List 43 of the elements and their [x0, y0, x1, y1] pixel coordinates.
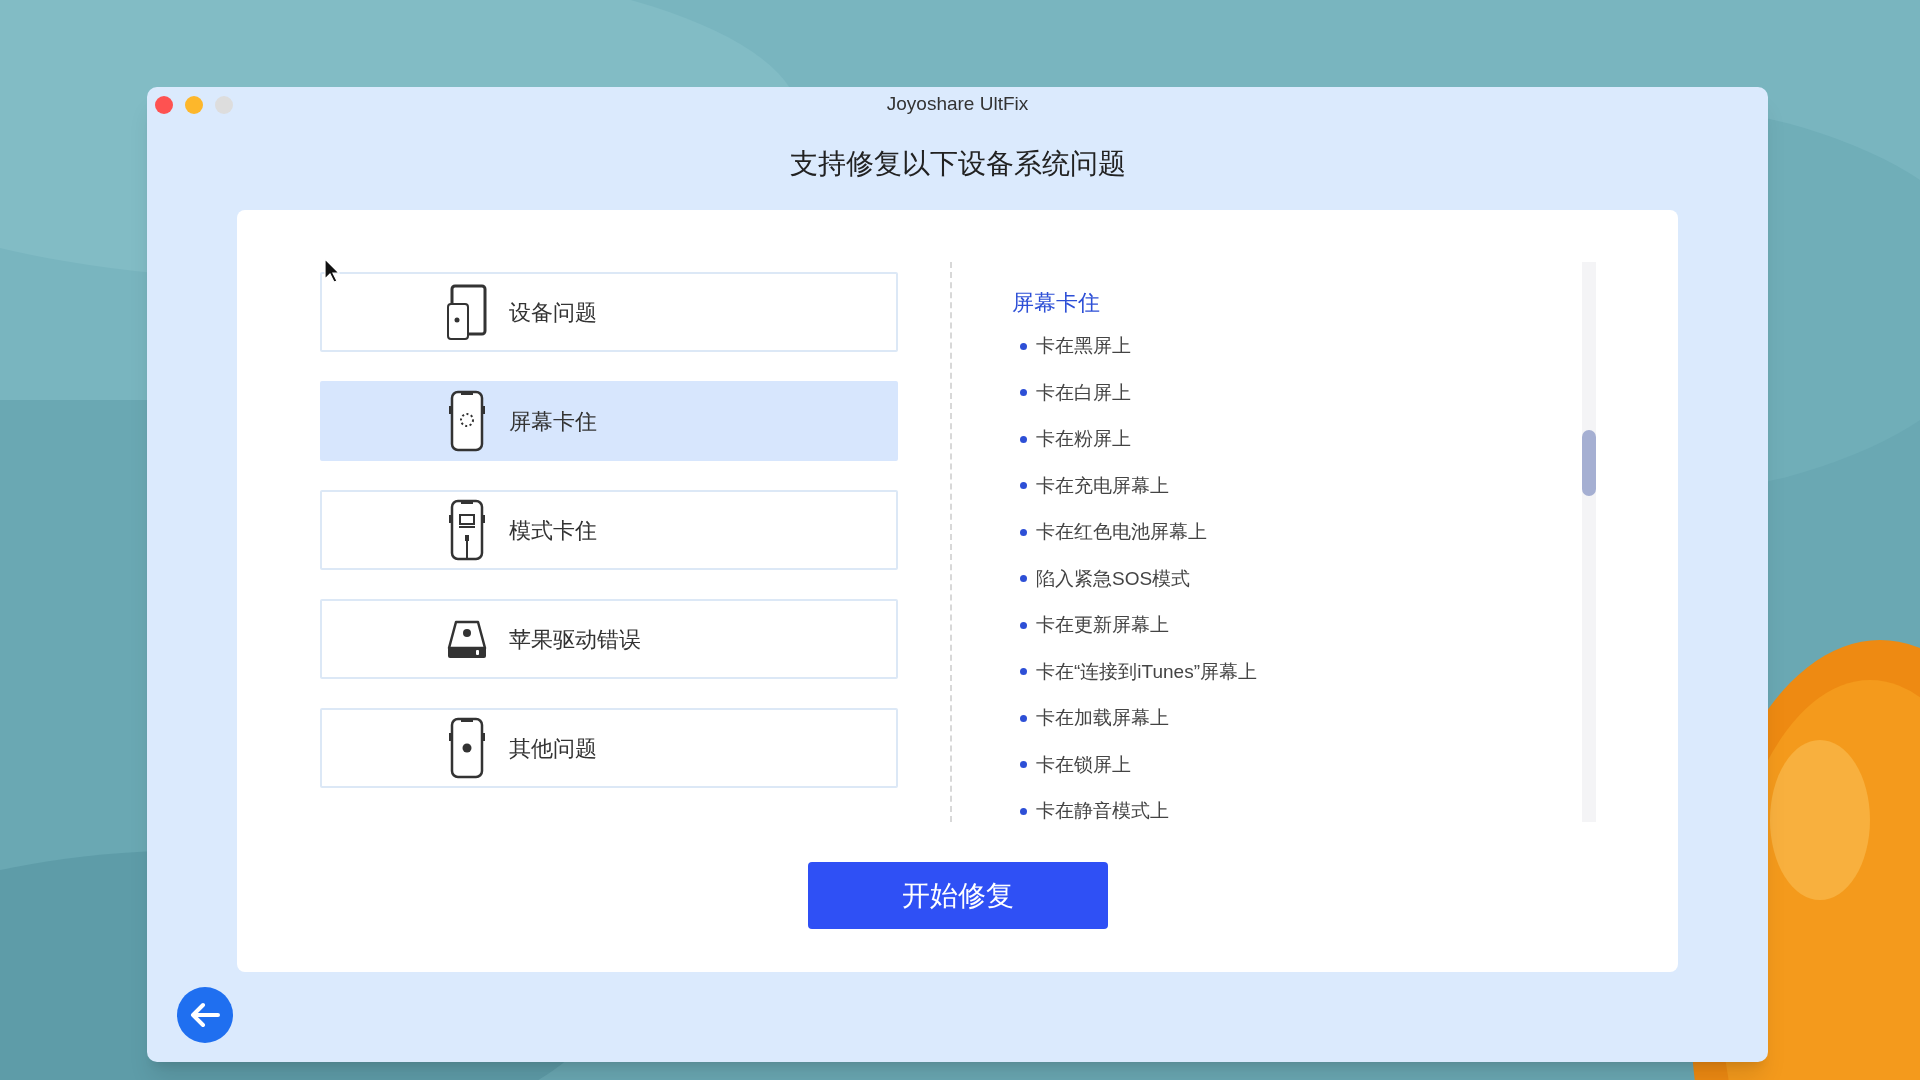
start-repair-button[interactable]: 开始修复: [807, 862, 1108, 929]
bullet-icon: [1020, 761, 1027, 769]
phone-loading-icon: [447, 390, 487, 452]
category-item[interactable]: 屏幕卡住: [320, 381, 898, 461]
bullet-icon: [1020, 482, 1027, 490]
bullet-icon: [1020, 668, 1027, 676]
arrow-left-icon: [190, 1002, 220, 1028]
category-item[interactable]: 模式卡住: [320, 490, 898, 570]
close-button[interactable]: [155, 96, 173, 114]
issue-item: 卡在“连接到iTunes”屏幕上: [1036, 659, 1257, 684]
zoom-button[interactable]: [215, 96, 233, 114]
minimize-button[interactable]: [185, 96, 203, 114]
issue-item: 卡在粉屏上: [1036, 427, 1131, 451]
bullet-icon: [1020, 575, 1027, 583]
issue-item: 卡在加载屏幕上: [1036, 706, 1169, 730]
issue-item: 卡在充电屏幕上: [1036, 473, 1169, 498]
issue-item: 卡在锁屏上: [1036, 752, 1131, 777]
bullet-icon: [1020, 807, 1027, 815]
section-title: 屏幕卡住: [1012, 289, 1100, 317]
bullet-icon: [1020, 714, 1027, 722]
issue-item: 卡在红色电池屏幕上: [1036, 520, 1207, 544]
hard-drive-icon: [447, 619, 487, 659]
category-item[interactable]: 其他问题: [320, 708, 898, 788]
back-button[interactable]: [177, 987, 233, 1043]
window-title: Joyoshare UltFix: [886, 91, 1029, 116]
page-heading: 支持修复以下设备系统问题: [789, 147, 1126, 181]
bullet-icon: [1020, 528, 1027, 536]
issue-item: 卡在白屏上: [1036, 380, 1131, 405]
issue-item: 卡在黑屏上: [1036, 334, 1131, 358]
issue-item: 陷入紧急SOS模式: [1036, 566, 1191, 591]
pointer-icon: [324, 258, 340, 283]
phone-icon: [447, 717, 487, 779]
bullet-icon: [1020, 342, 1027, 350]
bullet-icon: [1020, 621, 1027, 629]
issue-item: 卡在更新屏幕上: [1036, 613, 1169, 637]
category-item[interactable]: 设备问题: [320, 272, 898, 352]
bullet-icon: [1020, 435, 1027, 443]
phone-cable-icon: [447, 499, 487, 561]
bullet-icon: [1020, 389, 1027, 397]
category-item[interactable]: 苹果驱动错误: [320, 599, 898, 679]
issue-item: 卡在静音模式上: [1036, 799, 1169, 823]
scrollbar-thumb[interactable]: [1582, 430, 1596, 496]
device-icon: [447, 284, 487, 340]
